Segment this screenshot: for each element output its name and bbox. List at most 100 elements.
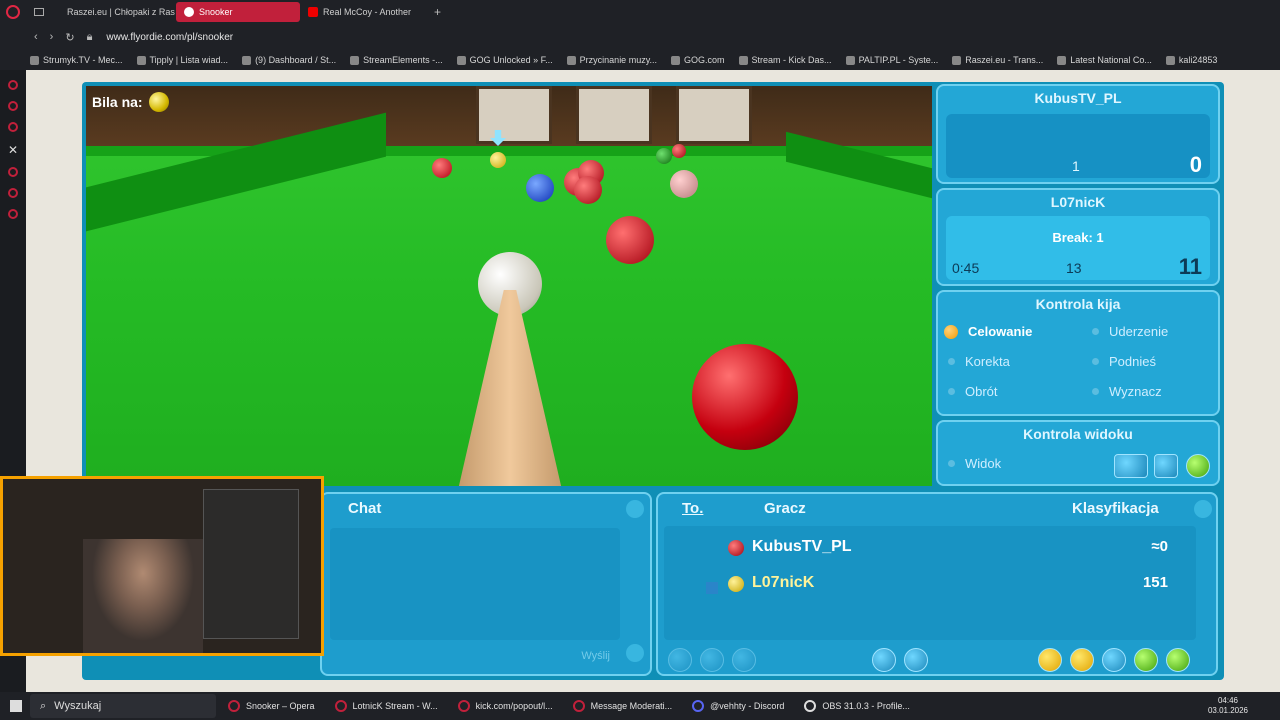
bookmark-icon [671, 55, 681, 65]
bookmark-icon [1165, 55, 1175, 65]
view-rotate-icon[interactable] [1154, 454, 1178, 478]
radio-icon [948, 358, 955, 365]
taskbar-item[interactable]: Message Moderati... [572, 700, 672, 712]
bookmark-item[interactable]: Tipply | Lista wiad... [136, 55, 228, 65]
new-tab-icon[interactable]: + [434, 5, 441, 19]
browser-tab-bar: Raszei.eu | Chłopaki z Ras Snooker Real … [0, 0, 1280, 24]
help-icon[interactable] [1134, 648, 1158, 672]
home-icon[interactable] [1038, 648, 1062, 672]
radio-icon [948, 388, 955, 395]
taskbar-search[interactable]: ⌕ Wyszukaj [30, 694, 216, 718]
reload-icon[interactable]: ↻ [65, 31, 74, 44]
players-list: KubusTV_PL ≈0 L07nicK 151 [664, 526, 1196, 640]
bookmark-item[interactable]: GOG Unlocked » F... [456, 55, 553, 65]
opera-icon [334, 700, 347, 712]
user-icon[interactable] [700, 648, 724, 672]
option-wyznacz[interactable]: Wyznacz [1092, 384, 1162, 399]
col-rank[interactable]: Klasyfikacja [1072, 500, 1159, 517]
view-top-icon[interactable] [1186, 454, 1210, 478]
bookmark-item[interactable]: Strumyk.TV - Mec... [30, 55, 123, 65]
opera-icon [457, 700, 470, 712]
cue-control-title: Kontrola kija [1035, 296, 1121, 312]
option-obrot[interactable]: Obrót [948, 384, 998, 399]
opera-icon [184, 7, 194, 17]
sidebar-app-icon[interactable] [8, 80, 18, 90]
trophy-icon[interactable] [1070, 648, 1094, 672]
tab-snooker[interactable]: Snooker [176, 2, 300, 22]
magnifier-icon[interactable] [668, 648, 692, 672]
tabs-menu-icon[interactable] [34, 8, 44, 16]
view-move-icon[interactable] [1114, 454, 1148, 478]
option-podnies[interactable]: Podnieś [1092, 354, 1156, 369]
target-ball-yellow [148, 92, 169, 112]
windows-start-icon[interactable] [10, 700, 22, 712]
x-twitter-icon[interactable]: ✕ [0, 143, 26, 157]
chat-scroll-up-icon[interactable] [626, 500, 644, 518]
taskbar-item[interactable]: OBS 31.0.3 - Profile... [804, 700, 910, 712]
player-rank: ≈0 [1151, 538, 1168, 555]
snooker-table-view[interactable]: Bila na: [86, 86, 932, 486]
radio-icon [948, 460, 955, 467]
bookmark-item[interactable]: Przycinanie muzy... [566, 55, 657, 65]
sound-icon[interactable] [904, 648, 928, 672]
exit-icon[interactable] [1166, 648, 1190, 672]
bookmark-item[interactable]: Latest National Co... [1057, 55, 1152, 65]
player-ball-icon [728, 540, 744, 556]
tab-raszei[interactable]: Raszei.eu | Chłopaki z Ras [54, 2, 176, 22]
system-clock[interactable]: 04:46 03.01.2026 [1208, 696, 1248, 716]
webcam-person [83, 539, 203, 653]
back-icon[interactable]: ‹ [34, 31, 38, 43]
option-korekta[interactable]: Korekta [948, 354, 1010, 369]
player2-frames: 13 [1066, 260, 1082, 276]
bookmark-icon [738, 55, 748, 65]
bookmark-icon [952, 55, 962, 65]
red-ball [672, 144, 686, 158]
col-to[interactable]: To. [682, 500, 703, 517]
table-row[interactable]: KubusTV_PL ≈0 [664, 532, 1196, 566]
player-name: KubusTV_PL [752, 538, 852, 555]
taskbar-item[interactable]: kick.com/popout/l... [457, 700, 553, 712]
sidebar-app-icon[interactable] [8, 167, 18, 177]
taskbar-item[interactable]: @vehhty - Discord [692, 700, 784, 712]
chat-send-button[interactable]: Wyślij [581, 650, 610, 662]
person-icon[interactable] [732, 648, 756, 672]
radio-icon [1092, 388, 1099, 395]
sidebar-app-icon[interactable] [8, 188, 18, 198]
wall-window [676, 86, 752, 144]
wall-window [476, 86, 552, 144]
bookmark-icon [456, 55, 466, 65]
bookmark-icon [350, 55, 360, 65]
tab-real-mccoy[interactable]: Real McCoy - Another [300, 2, 428, 22]
view-control-panel: Kontrola widoku Widok [936, 420, 1220, 486]
bookmark-item[interactable]: Stream - Kick Das... [738, 55, 832, 65]
bookmark-item[interactable]: GOG.com [671, 55, 725, 65]
sidebar-app-icon[interactable] [8, 101, 18, 111]
settings-icon[interactable] [872, 648, 896, 672]
screen-icon[interactable] [1102, 648, 1126, 672]
player1-panel: KubusTV_PL 1 0 [936, 84, 1220, 184]
discord-icon [692, 700, 705, 712]
taskbar-item[interactable]: LotnicK Stream - W... [334, 700, 438, 712]
red-ball [574, 176, 602, 204]
chat-scroll-down-icon[interactable] [626, 644, 644, 662]
option-celowanie[interactable]: Celowanie [944, 324, 1032, 339]
opera-logo-icon[interactable] [6, 5, 20, 19]
table-scroll-up-icon[interactable] [1194, 500, 1212, 518]
url-field[interactable]: www.flyordie.com/pl/snooker [106, 32, 233, 43]
forward-icon[interactable]: › [50, 31, 54, 43]
bookmark-item[interactable]: PALTIP.PL - Syste... [845, 55, 938, 65]
sidebar-app-icon[interactable] [8, 122, 18, 132]
table-row[interactable]: L07nicK 151 [664, 568, 1196, 602]
bookmark-item[interactable]: Raszei.eu - Trans... [952, 55, 1043, 65]
bookmark-item[interactable]: kali24853 [1165, 55, 1217, 65]
sidebar-app-icon[interactable] [8, 209, 18, 219]
option-uderzenie[interactable]: Uderzenie [1092, 324, 1168, 339]
radio-selected-icon [944, 324, 958, 339]
red-ball [692, 344, 798, 450]
taskbar-item[interactable]: Snooker – Opera [228, 700, 315, 712]
bookmark-item[interactable]: (9) Dashboard / St... [242, 55, 336, 65]
bookmark-item[interactable]: StreamElements -... [350, 55, 443, 65]
option-widok[interactable]: Widok [948, 456, 1001, 471]
col-player[interactable]: Gracz [764, 500, 806, 517]
chat-messages[interactable] [330, 528, 620, 640]
